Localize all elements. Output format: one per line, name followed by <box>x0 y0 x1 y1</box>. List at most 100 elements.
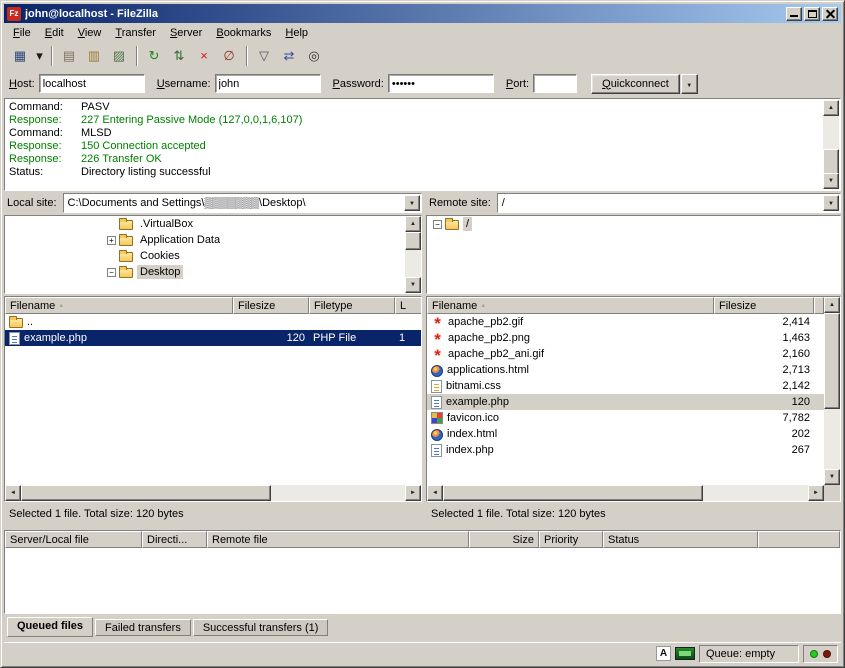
toggle-transfer-queue-icon[interactable]: ▨ <box>107 45 131 67</box>
collapse-icon[interactable]: − <box>433 220 442 229</box>
speed-limits-icon[interactable] <box>675 647 695 660</box>
local-tree-scrollbar[interactable] <box>405 216 421 293</box>
app-icon: Fz <box>7 7 21 21</box>
remote-site-dropdown-button[interactable] <box>823 195 839 211</box>
disconnect-icon[interactable]: ∅ <box>217 45 241 67</box>
menu-item-transfer[interactable]: Transfer <box>108 25 163 41</box>
toolbar-glyph: ▦ <box>14 49 26 62</box>
collapse-icon[interactable]: − <box>107 268 116 277</box>
file-row[interactable]: apache_pb2_ani.gif2,160 <box>427 346 824 362</box>
close-button[interactable] <box>822 7 838 21</box>
column-header-directi[interactable]: Directi... <box>142 531 207 548</box>
file-size-cell: 2,142 <box>714 378 814 394</box>
column-header-l[interactable]: L <box>395 297 421 314</box>
tree-item[interactable]: −/ <box>427 216 840 232</box>
tree-item[interactable]: −Desktop <box>5 264 421 280</box>
quickconnect-dropdown-button[interactable] <box>681 74 698 94</box>
port-input[interactable] <box>533 74 577 93</box>
scroll-right-button[interactable] <box>808 485 824 501</box>
file-row[interactable]: example.php120 <box>427 394 824 410</box>
password-input[interactable] <box>388 74 494 93</box>
file-size-cell: 7,782 <box>714 410 814 426</box>
column-header-size[interactable]: Size <box>469 531 539 548</box>
file-row[interactable]: apache_pb2.png1,463 <box>427 330 824 346</box>
column-header-label: L <box>400 300 406 312</box>
tree-item[interactable]: .VirtualBox <box>5 216 421 232</box>
minimize-button[interactable] <box>786 7 802 21</box>
file-row[interactable]: applications.html2,713 <box>427 362 824 378</box>
scroll-down-button[interactable] <box>823 173 839 189</box>
log-line-prefix: Status: <box>9 166 81 179</box>
scrollbar-thumb[interactable] <box>405 232 421 250</box>
local-status-text: Selected 1 file. Total size: 120 bytes <box>4 505 422 523</box>
cancel-icon[interactable]: × <box>192 45 216 67</box>
scroll-up-button[interactable] <box>823 100 839 116</box>
column-header-remote-file[interactable]: Remote file <box>207 531 469 548</box>
ico-icon <box>431 412 443 424</box>
scrollbar-thumb[interactable] <box>443 485 703 501</box>
remote-site-combobox[interactable]: / <box>497 193 841 213</box>
remote-list-vscrollbar[interactable] <box>824 297 840 485</box>
scrollbar-thumb[interactable] <box>824 313 840 409</box>
column-header-filename[interactable]: Filename▲ <box>5 297 233 314</box>
scroll-left-button[interactable] <box>427 485 443 501</box>
scroll-up-button[interactable] <box>824 297 840 313</box>
site-manager-icon[interactable]: ▦ <box>8 45 32 67</box>
directory-listing-filters-icon[interactable]: ▽ <box>252 45 276 67</box>
column-header-filesize[interactable]: Filesize <box>233 297 309 314</box>
local-site-combobox[interactable]: C:\Documents and Settings\▒▒▒▒▒▒▒\Deskto… <box>63 193 422 213</box>
scrollbar-thumb[interactable] <box>823 149 839 175</box>
file-row[interactable]: bitnami.css2,142 <box>427 378 824 394</box>
menu-item-server[interactable]: Server <box>163 25 209 41</box>
file-row[interactable]: index.html202 <box>427 426 824 442</box>
file-row[interactable]: index.php267 <box>427 442 824 458</box>
log-scrollbar[interactable] <box>823 100 839 189</box>
maximize-button[interactable] <box>804 7 820 21</box>
column-header-filename[interactable]: Filename▲ <box>427 297 714 314</box>
quickconnect-button[interactable]: Quickconnect <box>591 74 680 94</box>
tree-item[interactable]: +Application Data <box>5 232 421 248</box>
menu-item-help[interactable]: Help <box>278 25 315 41</box>
scroll-right-button[interactable] <box>405 485 421 501</box>
tab-failed-transfers[interactable]: Failed transfers <box>95 619 191 636</box>
menu-item-bookmarks[interactable]: Bookmarks <box>209 25 278 41</box>
column-header-priority[interactable]: Priority <box>539 531 603 548</box>
file-name-cell: apache_pb2_ani.gif <box>427 346 714 362</box>
local-list-hscrollbar[interactable] <box>5 485 421 501</box>
site-manager-dropdown-icon[interactable]: ▾ <box>33 45 46 67</box>
password-label: Password: <box>333 78 384 90</box>
expand-icon[interactable]: + <box>107 236 116 245</box>
data-type-indicator-icon[interactable]: A <box>656 646 671 661</box>
username-input[interactable] <box>215 74 321 93</box>
scroll-up-button[interactable] <box>405 216 421 232</box>
file-row[interactable]: example.php120PHP File1 <box>5 330 421 346</box>
scrollbar-thumb[interactable] <box>21 485 271 501</box>
menu-item-edit[interactable]: Edit <box>38 25 71 41</box>
scroll-left-button[interactable] <box>5 485 21 501</box>
column-header-status[interactable]: Status <box>603 531 758 548</box>
toggle-message-log-icon[interactable]: ▤ <box>57 45 81 67</box>
tab-queued-files[interactable]: Queued files <box>7 617 93 637</box>
tab-successful-transfers-1[interactable]: Successful transfers (1) <box>193 619 329 636</box>
scroll-down-button[interactable] <box>824 469 840 485</box>
column-header-filesize[interactable]: Filesize <box>714 297 814 314</box>
column-header-server-local-file[interactable]: Server/Local file <box>5 531 142 548</box>
remote-list-hscrollbar[interactable] <box>427 485 824 501</box>
process-queue-icon[interactable]: ⇅ <box>167 45 191 67</box>
file-row[interactable]: favicon.ico7,782 <box>427 410 824 426</box>
file-name-cell: index.php <box>427 442 714 458</box>
file-row[interactable]: apache_pb2.gif2,414 <box>427 314 824 330</box>
title-bar[interactable]: Fz john@localhost - FileZilla <box>4 4 841 23</box>
find-files-icon[interactable]: ◎ <box>302 45 326 67</box>
local-site-dropdown-button[interactable] <box>404 195 420 211</box>
file-row[interactable]: .. <box>5 314 421 330</box>
refresh-icon[interactable]: ↻ <box>142 45 166 67</box>
scroll-down-button[interactable] <box>405 277 421 293</box>
tree-item[interactable]: Cookies <box>5 248 421 264</box>
directory-comparison-icon[interactable]: ⇄ <box>277 45 301 67</box>
toggle-directory-trees-icon[interactable]: ▥ <box>82 45 106 67</box>
column-header-filetype[interactable]: Filetype <box>309 297 395 314</box>
menu-item-view[interactable]: View <box>71 25 109 41</box>
host-input[interactable] <box>39 74 145 93</box>
menu-item-file[interactable]: File <box>6 25 38 41</box>
